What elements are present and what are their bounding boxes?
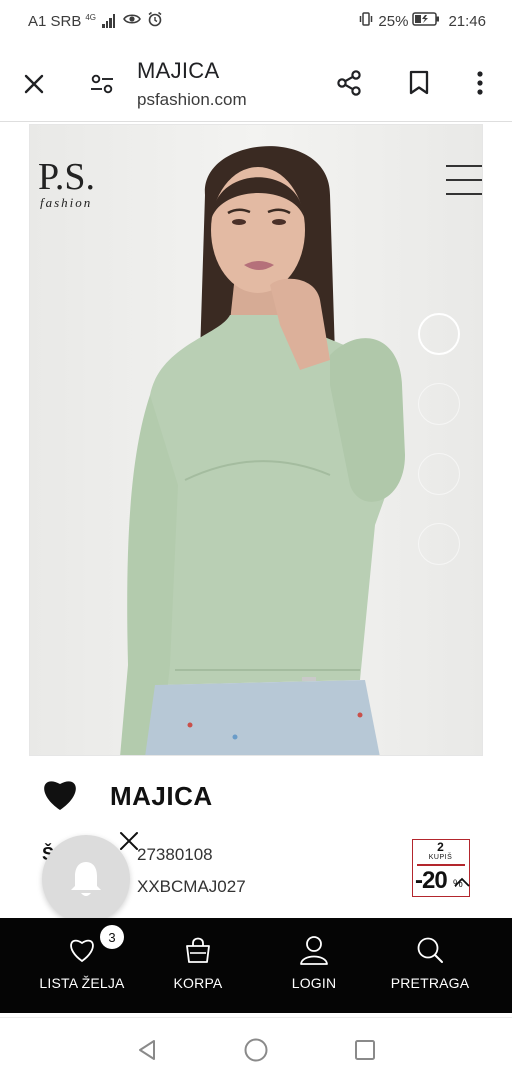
signal-icon <box>102 14 116 28</box>
carousel-dot[interactable] <box>418 523 460 565</box>
nav-login[interactable]: LOGIN <box>250 918 378 1013</box>
user-icon <box>250 932 378 968</box>
home-icon[interactable] <box>242 1036 270 1064</box>
bottom-navigation: LISTA ŽELJA KORPA LOGIN PRETRAGA <box>0 918 512 1013</box>
model-value: XXBCMAJ027 <box>137 877 246 896</box>
heart-outline-icon <box>18 932 146 968</box>
nav-search[interactable]: PRETRAGA <box>366 918 494 1013</box>
promo-discount: -20 <box>415 867 448 894</box>
carousel-dot[interactable] <box>418 313 460 355</box>
nav-cart-label: KORPA <box>173 975 223 991</box>
back-icon[interactable] <box>133 1036 161 1064</box>
page-url[interactable]: psfashion.com <box>137 90 247 110</box>
chevron-up-icon <box>454 877 470 887</box>
bell-icon <box>71 862 101 896</box>
more-vert-icon[interactable] <box>466 68 494 98</box>
nav-search-label: PRETRAGA <box>390 975 470 991</box>
battery-icon <box>412 12 440 30</box>
browser-toolbar: MAJICA psfashion.com <box>0 42 512 122</box>
close-icon[interactable] <box>20 70 48 98</box>
brand-logo-subtext: fashion <box>40 195 92 209</box>
product-image-carousel[interactable]: P.S. fashion <box>29 124 483 756</box>
promo-badge: 2 KUPIŠ -20 % <box>412 839 470 897</box>
promo-kupis: KUPIŠ <box>428 854 453 861</box>
brand-logo-text: P.S. <box>38 156 95 198</box>
site-settings-icon[interactable] <box>88 70 116 98</box>
nav-wishlist[interactable]: LISTA ŽELJA <box>18 918 146 1013</box>
site-menu-icon[interactable] <box>446 165 482 195</box>
vibrate-icon <box>358 11 374 31</box>
page-title: MAJICA <box>137 58 220 83</box>
sku-value: 27380108 <box>137 845 213 864</box>
promo-quantity: 2 <box>437 840 444 854</box>
clock-time: 21:46 <box>448 12 486 30</box>
notification-close-icon[interactable] <box>118 830 140 852</box>
carrier-label: A1 SRB <box>28 12 82 30</box>
bookmark-icon[interactable] <box>404 68 434 98</box>
eye-icon <box>123 12 141 30</box>
bag-icon <box>134 932 262 968</box>
nav-login-label: LOGIN <box>291 975 337 991</box>
recents-icon[interactable] <box>351 1036 379 1064</box>
status-left: A1 SRB 4G <box>28 11 163 31</box>
carousel-dot[interactable] <box>418 383 460 425</box>
product-photo <box>120 146 405 755</box>
nav-cart[interactable]: KORPA <box>134 918 262 1013</box>
share-icon[interactable] <box>334 68 364 98</box>
network-type: 4G <box>85 13 97 22</box>
status-right: 25% 21:46 <box>358 11 486 31</box>
nav-wishlist-label: LISTA ŽELJA <box>39 975 125 991</box>
carousel-dot[interactable] <box>418 453 460 495</box>
brand-logo[interactable]: P.S. fashion <box>36 147 120 210</box>
wishlist-heart-icon[interactable] <box>40 776 80 812</box>
system-navigation-bar <box>0 1017 512 1080</box>
product-name: MAJICA <box>110 781 213 811</box>
promo-divider <box>417 864 465 866</box>
search-icon <box>366 932 494 968</box>
battery-percent: 25% <box>378 12 409 30</box>
wishlist-count-badge: 3 <box>100 925 124 949</box>
notification-bell-button[interactable] <box>42 835 130 923</box>
status-bar: A1 SRB 4G 25% 21:46 <box>0 0 512 42</box>
alarm-icon <box>147 11 163 31</box>
